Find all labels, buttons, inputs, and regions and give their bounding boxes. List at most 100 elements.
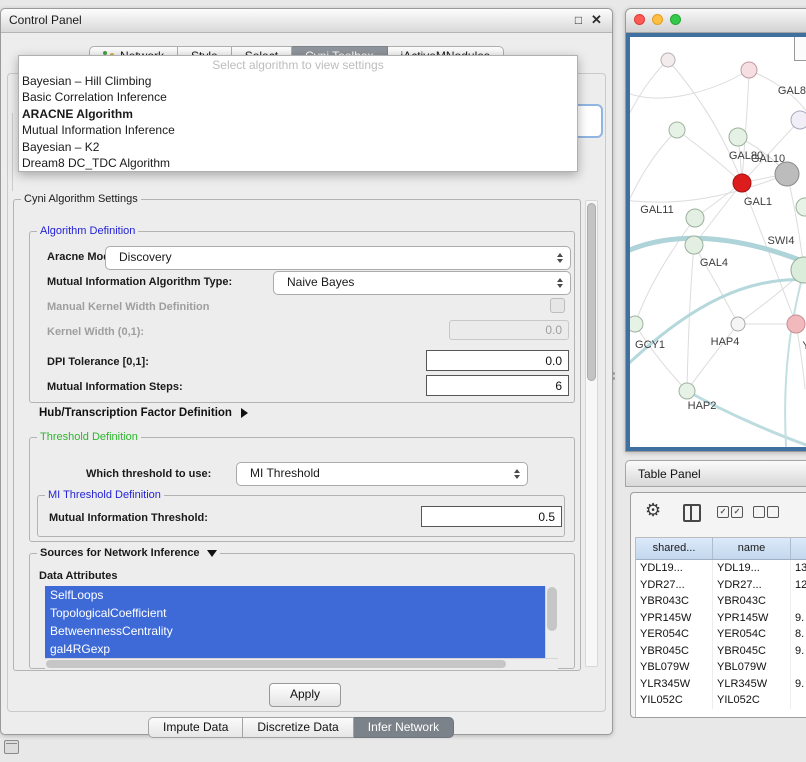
panel-dock-icon[interactable] [4, 740, 19, 754]
unchecked-column-icon[interactable] [753, 506, 765, 518]
attribute-item[interactable]: TopologicalCoefficient [45, 604, 546, 622]
network-edge[interactable] [668, 60, 742, 183]
list-vertical-scrollbar[interactable] [545, 586, 558, 659]
scrollbar-thumb[interactable] [46, 660, 506, 668]
collapse-down-icon [207, 550, 217, 557]
hub-definition-label: Hub/Transcription Factor Definition [39, 407, 232, 419]
kernel-width-label: Kernel Width (0,1): [47, 325, 144, 339]
table-row[interactable]: YER054CYER054C8. [636, 626, 806, 643]
apply-button[interactable]: Apply [269, 683, 341, 707]
network-node[interactable] [796, 198, 806, 216]
network-edge[interactable] [742, 70, 749, 183]
aracne-mode-combobox[interactable]: Discovery [105, 246, 571, 270]
network-node[interactable] [731, 317, 745, 331]
network-graph[interactable]: GAL8GAL80GAL10GAL11GAL1SWI4GAL4GCY1HAP4H… [630, 37, 806, 451]
table-cell [791, 692, 806, 709]
unchecked-column-icon[interactable] [767, 506, 779, 518]
sources-toggle[interactable]: Sources for Network Inference [37, 547, 220, 559]
kernel-width-input [449, 320, 569, 340]
group-border-fragment [12, 113, 13, 191]
panel-splitter[interactable] [612, 370, 617, 382]
settings-scrollbar[interactable] [585, 200, 598, 667]
mac-minimize-button[interactable] [652, 14, 663, 25]
table-row[interactable]: YBL079WYBL079W [636, 659, 806, 676]
expand-right-icon [241, 408, 248, 418]
dpi-tolerance-input[interactable] [426, 350, 569, 371]
network-node[interactable] [787, 315, 805, 333]
control-panel-titlebar: Control Panel □ ✕ [1, 9, 612, 33]
attribute-item[interactable]: gal4RGexp [45, 640, 546, 658]
list-horizontal-scrollbar[interactable] [45, 658, 558, 670]
network-node[interactable] [686, 209, 704, 227]
float-window-icon[interactable]: □ [571, 12, 586, 28]
which-threshold-combobox[interactable]: MI Threshold [236, 462, 528, 486]
table-cell: 13 [791, 560, 806, 577]
scrollbar-thumb[interactable] [547, 587, 557, 631]
network-node[interactable] [679, 383, 695, 399]
table-row[interactable]: YIL052CYIL052C [636, 692, 806, 709]
network-node[interactable] [685, 236, 703, 254]
scrollbar-thumb[interactable] [587, 203, 596, 381]
dropdown-item[interactable]: Mutual Information Inference [19, 122, 577, 138]
dropdown-item[interactable]: Basic Correlation Inference [19, 89, 577, 105]
table-cell: YDL19... [713, 560, 791, 577]
network-edge[interactable] [630, 130, 677, 209]
tab-impute-data[interactable]: Impute Data [148, 717, 243, 738]
table-row[interactable]: YDL19...YDL19...13 [636, 560, 806, 577]
mac-zoom-button[interactable] [670, 14, 681, 25]
table-row[interactable]: YDR27...YDR27...12 [636, 577, 806, 594]
dropdown-item[interactable]: ARACNE Algorithm [19, 106, 577, 122]
table-row[interactable]: YPR145WYPR145W9. [636, 610, 806, 627]
table-cell: YLR345W [636, 676, 713, 693]
dropdown-item[interactable]: Dream8 DC_TDC Algorithm [19, 155, 577, 171]
table-cell: 9. [791, 610, 806, 627]
network-node[interactable] [729, 128, 747, 146]
column-header[interactable]: name [713, 538, 791, 559]
network-edge[interactable] [687, 324, 738, 391]
table-cell: YIL052C [636, 692, 713, 709]
checked-column-icon[interactable]: ✓ [717, 506, 729, 518]
table-cell: YBL079W [713, 659, 791, 676]
network-edge[interactable] [687, 245, 694, 391]
mi-algorithm-type-combobox[interactable]: Naive Bayes [273, 271, 571, 295]
attribute-item[interactable]: BetweennessCentrality [45, 622, 546, 640]
column-header[interactable] [791, 538, 806, 559]
settings-gear-icon[interactable]: ⚙ [645, 500, 661, 521]
network-node[interactable] [741, 62, 757, 78]
network-edge[interactable] [635, 218, 695, 324]
mi-steps-input[interactable] [426, 375, 569, 396]
attribute-item[interactable]: SelfLoops [45, 586, 546, 604]
checked-column-icon[interactable]: ✓ [731, 506, 743, 518]
node-label: Y [802, 340, 806, 352]
tab-infer-network[interactable]: Infer Network [354, 717, 454, 738]
network-node[interactable] [669, 122, 685, 138]
network-node[interactable] [775, 162, 799, 186]
table-row[interactable]: YBR043CYBR043C [636, 593, 806, 610]
mi-threshold-input[interactable] [421, 506, 562, 527]
sources-label: Sources for Network Inference [40, 547, 200, 559]
dropdown-placeholder: Select algorithm to view settings [19, 57, 577, 73]
data-attributes-list: SelfLoopsTopologicalCoefficientBetweenne… [45, 586, 558, 670]
dropdown-item[interactable]: Bayesian – K2 [19, 139, 577, 155]
table-cell: YER054C [713, 626, 791, 643]
table-row[interactable]: YBR045CYBR045C9. [636, 643, 806, 660]
table-row[interactable]: YLR345WYLR345W9. [636, 676, 806, 693]
toggle-columns-icon[interactable] [683, 504, 701, 522]
algorithm-dropdown-popup: Select algorithm to view settingsBayesia… [18, 55, 578, 172]
dropdown-item[interactable]: Bayesian – Hill Climbing [19, 73, 577, 89]
data-attributes-label: Data Attributes [39, 569, 117, 583]
table-cell: YDR27... [636, 577, 713, 594]
network-edge[interactable] [630, 279, 806, 367]
tab-discretize-data[interactable]: Discretize Data [243, 717, 353, 738]
network-node[interactable] [733, 174, 751, 192]
close-window-icon[interactable]: ✕ [589, 12, 604, 28]
column-header[interactable]: shared... [636, 538, 713, 559]
network-node[interactable] [661, 53, 675, 67]
network-node[interactable] [791, 111, 806, 129]
table-toolbar: ⚙ ✓ ✓ [631, 493, 806, 537]
mac-close-button[interactable] [634, 14, 645, 25]
hub-definition-toggle[interactable]: Hub/Transcription Factor Definition [39, 407, 248, 419]
network-node[interactable] [630, 316, 643, 332]
network-edge[interactable] [796, 324, 805, 389]
network-edge[interactable] [630, 60, 668, 122]
